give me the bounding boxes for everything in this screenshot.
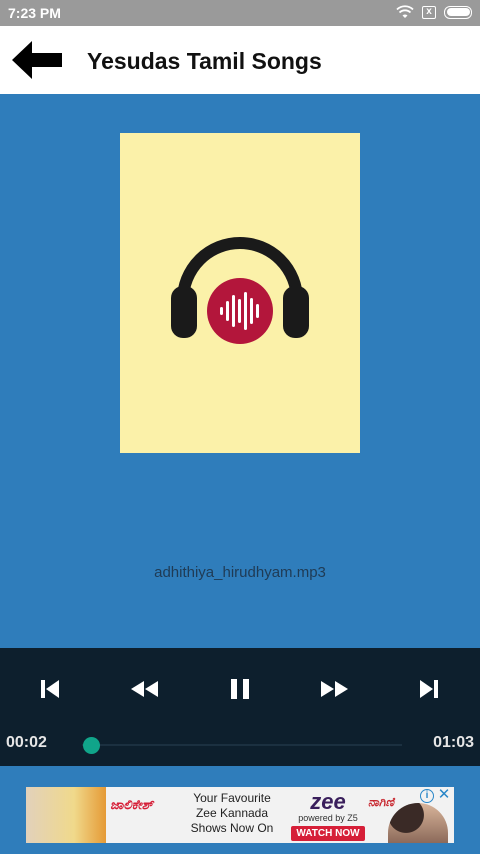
song-title: adhithiya_hirudhyam.mp3: [154, 564, 326, 581]
ad-zee-block: zee powered by Z5 WATCH NOW: [289, 791, 367, 841]
status-icons: x: [396, 5, 472, 19]
seek-bar[interactable]: [82, 744, 402, 746]
ad-text-line2: Zee Kannada: [195, 806, 269, 820]
rewind-icon[interactable]: [128, 672, 162, 706]
app-bar: Yesudas Tamil Songs: [0, 26, 480, 94]
current-time: 00:02: [6, 734, 47, 751]
total-time: 01:03: [433, 734, 474, 751]
back-arrow-icon[interactable]: [10, 38, 64, 82]
ad-banner[interactable]: ಜಾಲಿಕೇಶ್ Your Favourite Zee Kannada Show…: [26, 787, 454, 843]
headphones-icon: [171, 237, 309, 344]
ad-image-right: [388, 803, 448, 843]
player-controls: 00:02 01:03: [0, 648, 480, 766]
main-content: adhithiya_hirudhyam.mp3: [0, 94, 480, 648]
battery-fill: [446, 8, 470, 16]
pause-icon[interactable]: [223, 672, 257, 706]
status-time: 7:23 PM: [8, 5, 61, 21]
ad-text: Your Favourite Zee Kannada Shows Now On: [182, 791, 282, 836]
ad-close-icon[interactable]: ✕: [437, 787, 451, 803]
sim-x-icon: x: [422, 5, 436, 19]
ad-info-icon[interactable]: i: [420, 789, 434, 803]
seek-thumb[interactable]: [83, 737, 101, 754]
skip-previous-icon[interactable]: [33, 672, 67, 706]
ad-brand-left: ಜಾಲಿಕೇಶ್: [110, 797, 154, 812]
album-art: [120, 133, 360, 453]
zee-logo: zee: [310, 789, 346, 814]
watch-now-button[interactable]: WATCH NOW: [291, 826, 365, 841]
fast-forward-icon[interactable]: [317, 672, 351, 706]
ad-area: ಜಾಲಿಕೇಶ್ Your Favourite Zee Kannada Show…: [0, 766, 480, 854]
ad-image-left: [26, 787, 106, 843]
wifi-icon: [396, 5, 414, 18]
ad-brand-right: ನಾಗಿಣಿ: [368, 795, 394, 809]
zee-subtitle: powered by Z5: [298, 813, 358, 823]
status-bar: 7:23 PM x: [0, 0, 480, 26]
skip-next-icon[interactable]: [412, 672, 446, 706]
battery-icon: [444, 5, 472, 19]
ad-text-line3: Shows Now On: [190, 821, 274, 835]
ad-text-line1: Your Favourite: [193, 791, 271, 805]
page-title: Yesudas Tamil Songs: [87, 48, 322, 74]
